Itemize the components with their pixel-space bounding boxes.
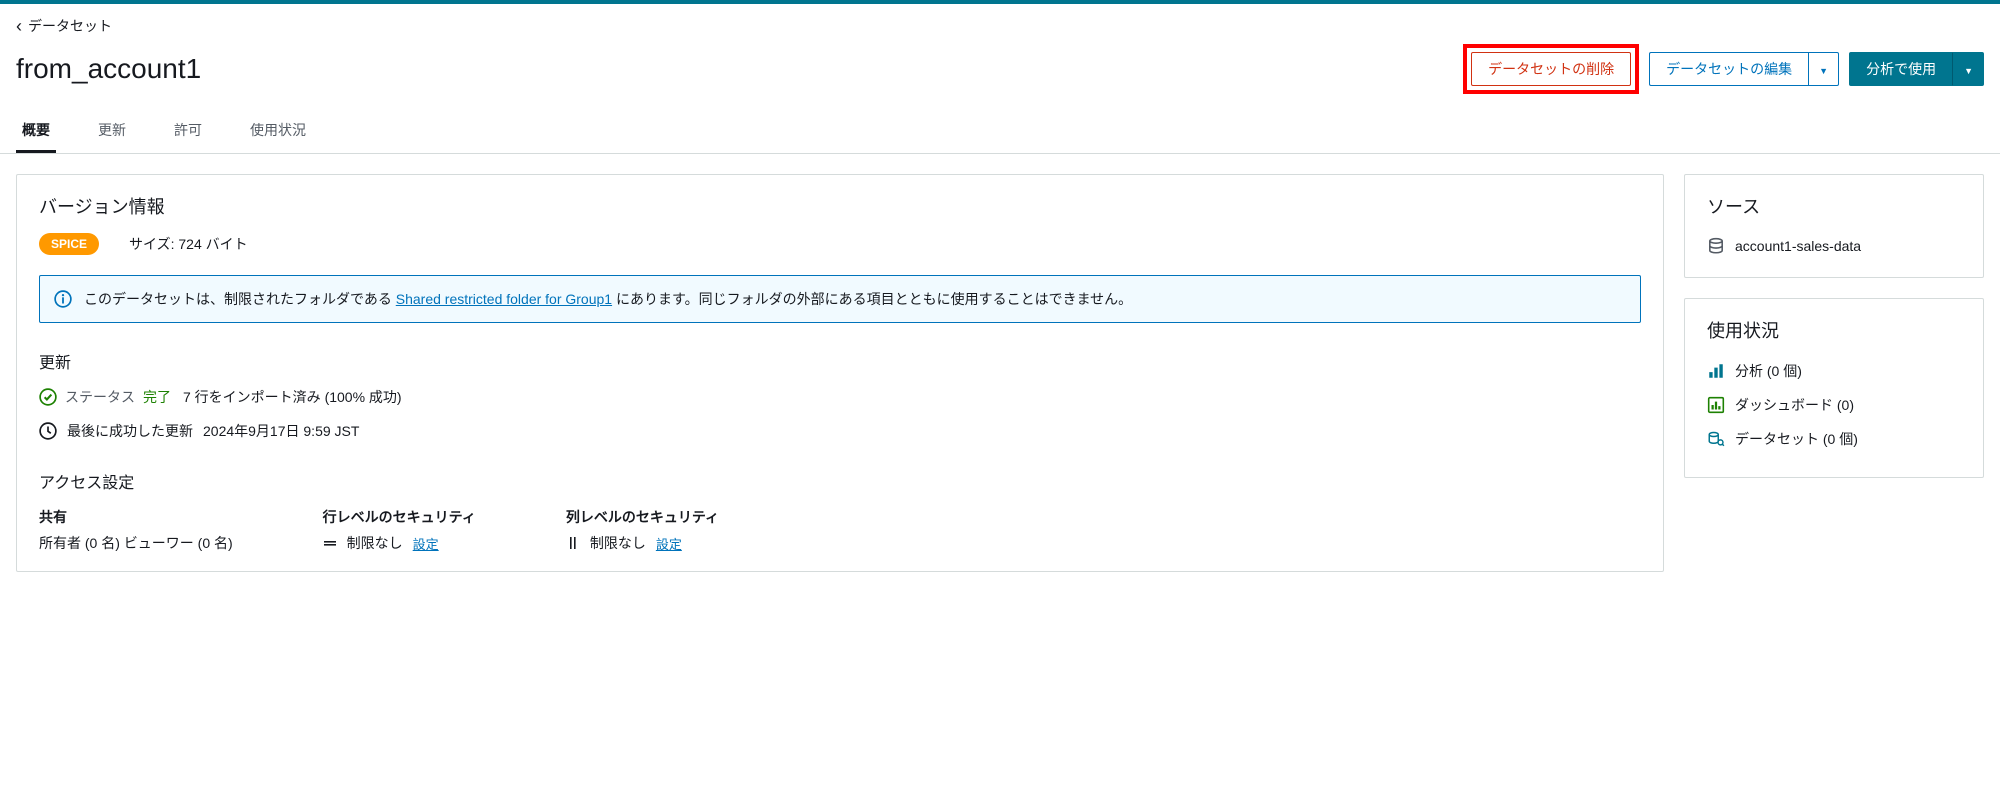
banner-prefix: このデータセットは、制限されたフォルダである: [84, 291, 396, 307]
delete-dataset-button[interactable]: データセットの削除: [1471, 52, 1631, 86]
col-security-config-link[interactable]: 設定: [656, 534, 682, 553]
access-heading: アクセス設定: [39, 469, 1641, 493]
usage-heading: 使用状況: [1707, 317, 1961, 343]
col-security-label: 列レベルのセキュリティ: [566, 507, 719, 527]
info-icon: [54, 290, 72, 308]
info-banner: このデータセットは、制限されたフォルダである Shared restricted…: [39, 275, 1641, 323]
use-dropdown-button[interactable]: [1953, 52, 1984, 86]
row-security-value: 制限なし: [347, 533, 403, 553]
refresh-heading: 更新: [39, 349, 1641, 373]
tab-permissions[interactable]: 許可: [168, 110, 208, 153]
tabs: 概要 更新 許可 使用状況: [0, 110, 2000, 154]
breadcrumb-label: データセット: [28, 16, 112, 36]
row-security-config-link[interactable]: 設定: [413, 534, 439, 553]
last-success-label: 最後に成功した更新: [67, 421, 193, 441]
no-restriction-icon: [323, 536, 337, 550]
success-check-icon: [39, 388, 57, 406]
status-detail: 7 行をインポート済み (100% 成功): [183, 387, 402, 407]
usage-dataset[interactable]: データセット (0 個): [1735, 429, 1858, 449]
version-heading: バージョン情報: [39, 193, 1641, 219]
source-panel: ソース account1-sales-data: [1684, 174, 1984, 278]
banner-suffix: にあります。同じフォルダの外部にある項目とともに使用することはできません。: [612, 291, 1132, 307]
col-security-value: 制限なし: [590, 533, 646, 553]
status-value: 完了: [143, 387, 171, 407]
no-restriction-col-icon: [566, 536, 580, 550]
source-heading: ソース: [1707, 193, 1961, 219]
row-security-label: 行レベルのセキュリティ: [323, 507, 476, 527]
share-label: 共有: [39, 507, 233, 527]
edit-dataset-button[interactable]: データセットの編集: [1649, 52, 1808, 86]
breadcrumb[interactable]: ‹ データセット: [16, 16, 1984, 36]
back-chevron-icon[interactable]: ‹: [16, 17, 22, 35]
usage-dashboard[interactable]: ダッシュボード (0): [1735, 395, 1854, 415]
spice-badge: SPICE: [39, 233, 99, 255]
info-banner-text: このデータセットは、制限されたフォルダである Shared restricted…: [84, 288, 1132, 310]
usage-analysis[interactable]: 分析 (0 個): [1735, 361, 1802, 381]
clock-icon: [39, 422, 57, 440]
dataset-icon: [1707, 430, 1725, 448]
delete-highlight: データセットの削除: [1463, 44, 1639, 94]
edit-dropdown-button[interactable]: [1808, 52, 1839, 86]
tab-refresh[interactable]: 更新: [92, 110, 132, 153]
use-in-analysis-button[interactable]: 分析で使用: [1849, 52, 1953, 86]
page-title: from_account1: [16, 53, 201, 85]
status-label: ステータス: [65, 387, 135, 407]
dashboard-icon: [1707, 396, 1725, 414]
version-panel: バージョン情報 SPICE サイズ: 724 バイト このデータセットは、制限さ…: [16, 174, 1664, 572]
usage-panel: 使用状況 分析 (0 個) ダッシュボード (0) データセット (0 個): [1684, 298, 1984, 478]
last-success-time: 2024年9月17日 9:59 JST: [203, 421, 359, 441]
database-icon: [1707, 237, 1725, 255]
source-name[interactable]: account1-sales-data: [1735, 238, 1861, 254]
restricted-folder-link[interactable]: Shared restricted folder for Group1: [396, 291, 612, 307]
action-buttons: データセットの削除 データセットの編集 分析で使用: [1463, 44, 1984, 94]
tab-usage[interactable]: 使用状況: [244, 110, 312, 153]
tab-overview[interactable]: 概要: [16, 110, 56, 153]
analysis-icon: [1707, 362, 1725, 380]
size-text: サイズ: 724 バイト: [129, 234, 248, 254]
share-value: 所有者 (0 名) ビューワー (0 名): [39, 533, 233, 553]
